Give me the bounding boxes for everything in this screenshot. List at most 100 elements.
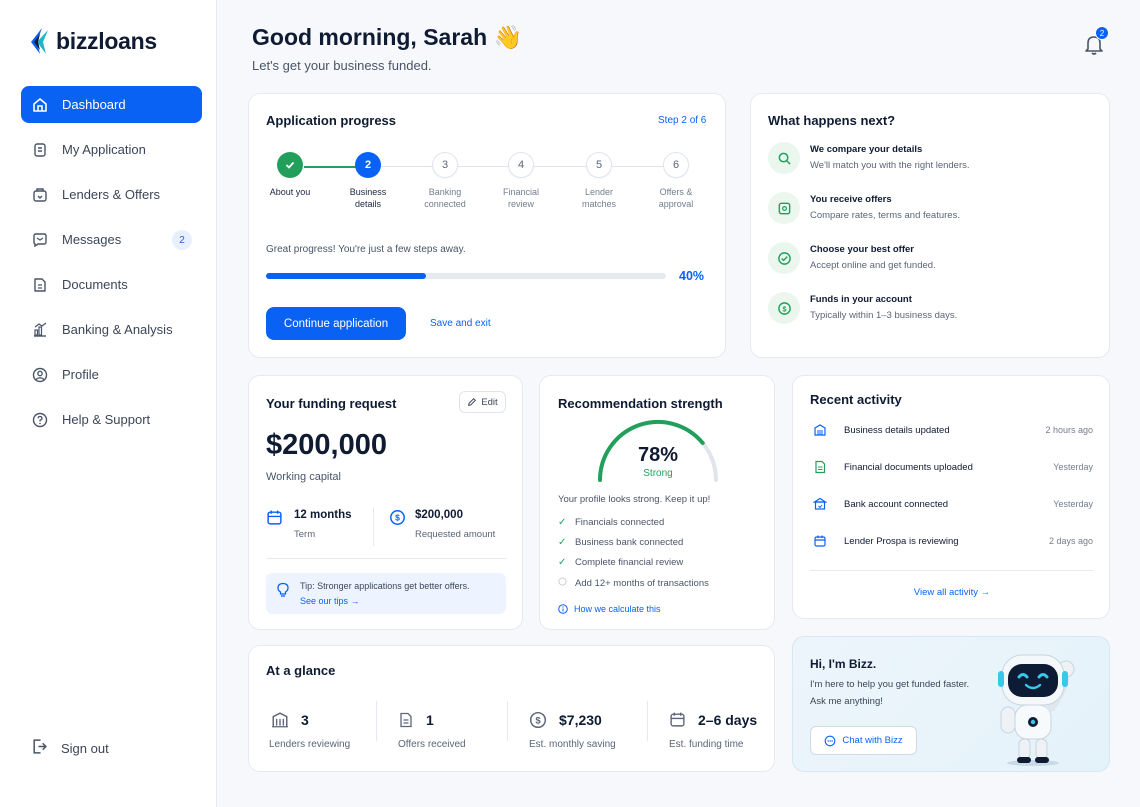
see-tips-link[interactable]: See our tips → (300, 596, 470, 606)
signout-label: Sign out (61, 740, 109, 756)
glance-item-offers: 1 Offers received (398, 711, 466, 750)
chat-with-bizz-button[interactable]: Chat with Bizz (810, 726, 917, 755)
next-step-desc: Accept online and get funded. (810, 260, 936, 271)
chat-icon (825, 735, 836, 746)
document-icon (398, 711, 414, 734)
checklist-label: Financials connected (575, 517, 665, 528)
sidebar-item-dashboard[interactable]: Dashboard (21, 86, 202, 123)
glance-value: 1 (426, 712, 434, 728)
activity-text: Lender Prospa is reviewing (844, 535, 959, 547)
step-number: 2 (355, 152, 381, 178)
signout-icon (31, 738, 48, 758)
divider (373, 508, 374, 546)
dollar-icon: $ (529, 711, 547, 734)
step-number: 3 (432, 152, 458, 178)
application-progress-card: Application progress Step 2 of 6 About y… (248, 93, 726, 358)
dollar-icon: $ (768, 292, 800, 324)
sidebar-item-label: Documents (62, 277, 128, 292)
divider (376, 701, 377, 741)
card-title: Application progress (266, 113, 397, 128)
activity-item: Lender Prospa is reviewing 2 days ago (811, 534, 1093, 548)
document-icon (811, 460, 829, 474)
card-title: Your funding request (266, 396, 397, 411)
at-a-glance-card: At a glance 3 Lenders reviewing 1 Offers… (248, 645, 775, 772)
step-label: Offers & approval (658, 187, 694, 209)
step-banking-connected[interactable]: 3 Banking connected (410, 152, 480, 210)
sidebar-item-my-application[interactable]: My Application (21, 131, 202, 168)
messages-icon (31, 231, 49, 249)
requested-value: $200,000 (415, 509, 463, 521)
activity-time: 2 days ago (1048, 536, 1093, 546)
sidebar-item-documents[interactable]: Documents (21, 266, 202, 303)
chat-label: Chat with Bizz (842, 735, 903, 746)
progress-message: Great progress! You're just a few steps … (266, 244, 466, 255)
info-icon (558, 604, 568, 614)
term-value: 12 months (294, 509, 352, 521)
funding-purpose: Working capital (266, 471, 341, 483)
divider (507, 701, 508, 741)
sidebar-item-profile[interactable]: Profile (21, 356, 202, 393)
sidebar-item-banking-analysis[interactable]: Banking & Analysis (21, 311, 202, 348)
activity-item: Bank account connected Yesterday (811, 497, 1093, 511)
building-icon (271, 711, 289, 734)
requested-block: $ $200,000 Requested amount (389, 509, 495, 540)
check-icon: ✓ (558, 537, 567, 548)
sidebar-item-label: My Application (62, 142, 146, 157)
step-number: 5 (586, 152, 612, 178)
next-step-item: Choose your best offer Accept online and … (768, 242, 936, 274)
activity-time: Yesterday (1053, 462, 1093, 472)
step-about-you[interactable]: About you (255, 152, 325, 198)
view-all-activity-link[interactable]: View all activity → (793, 587, 1111, 598)
step-financial-review[interactable]: 4 Financial review (486, 152, 556, 210)
bizz-line-2: Ask me anything! (810, 696, 883, 707)
sidebar-item-messages[interactable]: Messages 2 (21, 221, 202, 258)
checklist-item: Add 12+ months of transactions (558, 577, 709, 589)
step-lender-matches[interactable]: 5 Lender matches (564, 152, 634, 210)
next-step-title: We compare your details (810, 144, 923, 155)
progress-bar-fill (266, 273, 426, 279)
check-circle-icon (768, 242, 800, 274)
card-title: At a glance (266, 663, 336, 678)
checklist-label: Add 12+ months of transactions (575, 577, 709, 589)
notification-badge: 2 (1095, 26, 1109, 40)
calendar-icon (669, 711, 686, 733)
requested-label: Requested amount (415, 529, 496, 540)
next-step-item: $ Funds in your account Typically within … (768, 292, 957, 324)
continue-application-button[interactable]: Continue application (266, 307, 406, 340)
save-and-exit-link[interactable]: Save and exit (430, 318, 491, 329)
card-title: Recommendation strength (558, 396, 723, 411)
activity-item: Financial documents uploaded Yesterday (811, 460, 1093, 474)
activity-text: Business details updated (844, 424, 950, 436)
funding-request-card: Your funding request Edit $200,000 Worki… (248, 375, 523, 630)
activity-text: Bank account connected (844, 498, 949, 510)
bizz-assistant-card: Hi, I'm Bizz. I'm here to help you get f… (792, 636, 1110, 772)
edit-button[interactable]: Edit (459, 391, 506, 413)
bizz-line-1: I'm here to help you get funded faster. (810, 679, 970, 690)
lightbulb-icon (277, 582, 289, 597)
strength-rating: Strong (643, 468, 673, 479)
checklist-item: ✓ Complete financial review (558, 557, 683, 568)
glance-value: 2–6 days (698, 712, 758, 728)
sidebar-item-lenders-offers[interactable]: Lenders & Offers (21, 176, 202, 213)
step-business-details[interactable]: 2 Business details (333, 152, 403, 210)
divider (810, 570, 1093, 571)
glance-label: Est. funding time (669, 739, 744, 750)
how-we-calculate-link[interactable]: How we calculate this (558, 604, 661, 614)
term-label: Term (294, 529, 316, 540)
step-number: 6 (663, 152, 689, 178)
edit-label: Edit (481, 396, 498, 408)
funding-amount: $200,000 (266, 429, 387, 461)
next-step-desc: Compare rates, terms and features. (810, 210, 960, 221)
step-offers-approval[interactable]: 6 Offers & approval (641, 152, 711, 210)
next-step-title: You receive offers (810, 194, 892, 205)
messages-count-badge: 2 (172, 230, 192, 250)
empty-circle-icon (558, 577, 568, 589)
logo[interactable]: bizzloans (28, 26, 157, 56)
search-icon (768, 142, 800, 174)
glance-item-saving: $ $7,230 Est. monthly saving (529, 711, 616, 750)
next-step-desc: We'll match you with the right lenders. (810, 160, 970, 171)
notifications-button[interactable]: 2 (1082, 26, 1109, 58)
term-block: 12 months Term (266, 509, 352, 540)
signout-button[interactable]: Sign out (31, 738, 109, 758)
sidebar-item-help-support[interactable]: Help & Support (21, 401, 202, 438)
